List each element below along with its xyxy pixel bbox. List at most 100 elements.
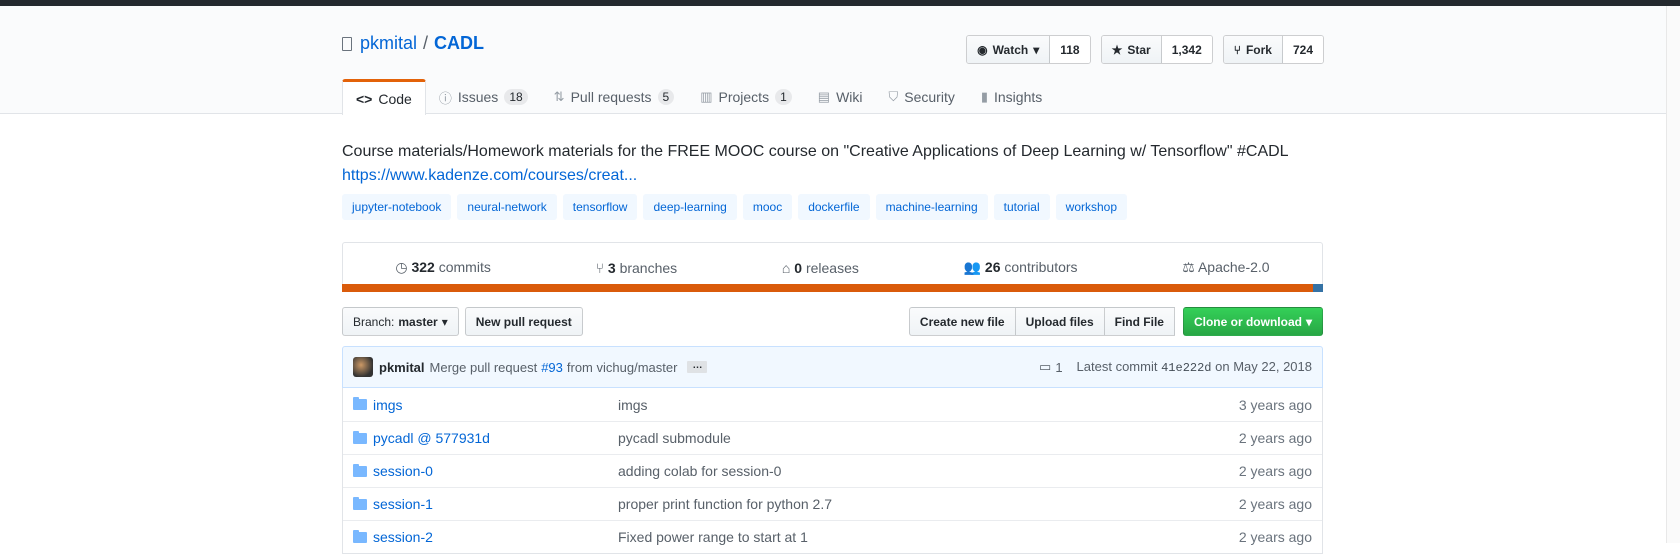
- topic-tag[interactable]: mooc: [742, 194, 793, 220]
- tab-projects[interactable]: ▥ Projects 1: [687, 79, 805, 115]
- topic-tag[interactable]: jupyter-notebook: [342, 194, 452, 220]
- releases-link[interactable]: ⌂ 0 releases: [782, 260, 859, 276]
- star-button[interactable]: ★ Star: [1101, 36, 1162, 63]
- upload-files-button[interactable]: Upload files: [1014, 307, 1105, 336]
- topic-tag[interactable]: machine-learning: [875, 194, 988, 220]
- repo-icon: [342, 36, 352, 51]
- commit-message-link[interactable]: pycadl submodule: [618, 430, 1239, 446]
- tab-label: Security: [904, 89, 955, 105]
- tab-label: Issues: [457, 89, 499, 105]
- language-segment: [1313, 284, 1323, 292]
- issue-icon: ⓘ: [438, 90, 452, 106]
- latest-commit-info: Latest commit 41e222d on May 22, 2018: [1077, 359, 1312, 375]
- file-name-link[interactable]: session-1: [373, 496, 433, 512]
- branches-link[interactable]: ⑂ 3 branches: [596, 260, 678, 276]
- topic-tag[interactable]: workshop: [1055, 194, 1128, 220]
- find-file-button[interactable]: Find File: [1103, 307, 1175, 336]
- language-bar[interactable]: [342, 284, 1323, 292]
- folder-icon: [353, 496, 367, 510]
- commit-sha-link[interactable]: 41e222d: [1161, 361, 1211, 375]
- repo-description: Course materials/Homework materials for …: [342, 140, 1323, 188]
- homepage-link[interactable]: https://www.kadenze.com/courses/creat...: [342, 167, 637, 184]
- releases-label: releases: [805, 259, 859, 276]
- commit-message-suffix: from vichug/master: [566, 359, 678, 375]
- repo-name-link[interactable]: CADL: [434, 33, 484, 54]
- table-row: pycadl @ 577931d pycadl submodule 2 year…: [343, 421, 1322, 454]
- folder-icon: [353, 463, 367, 477]
- commit-message-prefix: Merge pull request: [429, 359, 538, 375]
- file-age: 3 years ago: [1238, 396, 1312, 413]
- commit-meta: ▭ 1 Latest commit 41e222d on May 22, 201…: [1039, 359, 1312, 375]
- clone-label: Clone or download: [1193, 314, 1302, 329]
- file-name-link[interactable]: session-0: [373, 463, 433, 479]
- commit-message-link[interactable]: proper print function for python 2.7: [618, 496, 1239, 512]
- tab-label: Wiki: [836, 89, 863, 105]
- branches-label: branches: [619, 259, 678, 276]
- language-segment: [342, 284, 1314, 292]
- topic-tag[interactable]: tensorflow: [562, 194, 638, 220]
- clone-download-button[interactable]: Clone or download ▾: [1182, 307, 1323, 336]
- comment-link[interactable]: ▭ 1: [1039, 359, 1063, 375]
- latest-commit-label: Latest commit: [1076, 359, 1158, 374]
- branch-icon: ⑂: [595, 259, 604, 276]
- tab-label: Insights: [994, 89, 1043, 105]
- tab-wiki[interactable]: ▤ Wiki: [805, 79, 876, 115]
- tab-issues[interactable]: ⓘ Issues 18: [426, 79, 541, 115]
- submodule-icon: [353, 430, 367, 444]
- table-row: imgs imgs 3 years ago: [343, 388, 1322, 421]
- star-label: Star: [1127, 42, 1151, 57]
- branch-select-button[interactable]: Branch: master ▾: [342, 307, 459, 336]
- star-count[interactable]: 1,342: [1161, 36, 1212, 63]
- topic-tag[interactable]: neural-network: [457, 194, 557, 220]
- table-row: session-1 proper print function for pyth…: [343, 487, 1322, 520]
- branch-prefix: Branch:: [353, 314, 395, 329]
- shield-icon: ⛉: [888, 89, 899, 104]
- code-icon: <>: [356, 90, 373, 107]
- topic-tag[interactable]: tutorial: [993, 194, 1050, 220]
- fork-button[interactable]: ⑂ Fork: [1223, 36, 1283, 63]
- commit-author[interactable]: pkmital: [379, 360, 425, 375]
- topic-tag[interactable]: deep-learning: [643, 194, 737, 220]
- watch-count[interactable]: 118: [1050, 36, 1090, 63]
- tab-security[interactable]: ⛉ Security: [876, 79, 968, 115]
- comment-icon: ▭: [1039, 359, 1052, 374]
- tab-insights[interactable]: ▮ Insights: [968, 79, 1055, 115]
- commits-count: 322: [411, 259, 435, 275]
- file-age: 2 years ago: [1238, 463, 1312, 479]
- commits-link[interactable]: ◷ 322 commits: [395, 259, 490, 276]
- star-icon: ★: [1111, 42, 1123, 57]
- contributors-link[interactable]: 👥 26 contributors: [964, 259, 1078, 276]
- topic-tag[interactable]: dockerfile: [798, 194, 870, 220]
- expand-commit-button[interactable]: …: [687, 361, 708, 373]
- license-link[interactable]: ⚖ Apache-2.0: [1182, 259, 1269, 276]
- branches-count: 3: [607, 259, 616, 276]
- file-name-link[interactable]: pycadl @ 577931d: [373, 430, 490, 446]
- tab-counter: 1: [775, 89, 792, 105]
- file-name-link[interactable]: imgs: [373, 397, 403, 413]
- tab-label: Pull requests: [570, 89, 652, 105]
- page-scrollbar[interactable]: [1666, 6, 1680, 543]
- commits-label: commits: [438, 259, 491, 275]
- folder-icon: [353, 529, 367, 543]
- file-age: 2 years ago: [1238, 496, 1312, 512]
- commit-message-link[interactable]: adding colab for session-0: [618, 463, 1239, 479]
- file-age: 2 years ago: [1238, 430, 1312, 446]
- people-icon: 👥: [963, 259, 982, 275]
- commit-message-link[interactable]: imgs: [618, 397, 1239, 413]
- repo-tabs: <> Code ⓘ Issues 18 ⇅ Pull requests 5 ▥ …: [342, 79, 1323, 115]
- tab-label: Projects: [718, 89, 770, 105]
- watch-button[interactable]: ◉ Watch ▾: [967, 36, 1051, 63]
- new-pull-request-button[interactable]: New pull request: [464, 307, 583, 336]
- license-label: Apache-2.0: [1197, 259, 1270, 275]
- pr-link[interactable]: #93: [541, 360, 563, 375]
- repo-header: pkmital / CADL ◉ Watch ▾ 118 ★ Star 1,34…: [0, 6, 1680, 115]
- tab-pull-requests[interactable]: ⇅ Pull requests 5: [541, 79, 688, 115]
- repo-owner-link[interactable]: pkmital: [360, 33, 417, 54]
- tag-icon: ⌂: [781, 259, 791, 276]
- avatar[interactable]: [353, 357, 373, 377]
- tab-code[interactable]: <> Code: [342, 79, 426, 115]
- tab-counter: 5: [657, 89, 675, 105]
- fork-count[interactable]: 724: [1282, 36, 1323, 63]
- fork-label: Fork: [1245, 42, 1272, 57]
- create-new-file-button[interactable]: Create new file: [908, 307, 1016, 336]
